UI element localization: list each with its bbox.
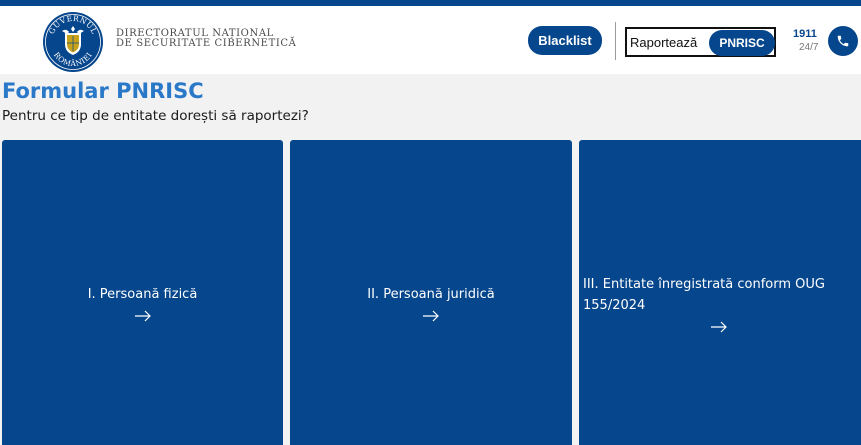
arrow-right-icon bbox=[423, 310, 439, 322]
report-pnrisc-button[interactable]: Raportează PNRISC bbox=[625, 27, 776, 57]
hotline-availability: 24/7 bbox=[799, 42, 819, 53]
organization-name: DIRECTORATUL NAȚIONAL DE SECURITATE CIBE… bbox=[116, 29, 296, 49]
pnrisc-pill[interactable]: PNRISC bbox=[709, 30, 775, 56]
org-name-line2: DE SECURITATE CIBERNETICĂ bbox=[116, 38, 297, 49]
hotline-number: 1911 bbox=[793, 28, 817, 40]
option-label-line2: 155/2024 bbox=[583, 298, 646, 313]
report-label: Raportează bbox=[630, 35, 698, 50]
option-label: III. Entitate înregistrată conform OUG 1… bbox=[583, 274, 861, 316]
phone-call-button[interactable] bbox=[828, 26, 858, 56]
page-title: Formular PNRISC bbox=[2, 79, 204, 103]
government-seal-logo[interactable]: GUVERNUL ROMÂNIEI bbox=[42, 11, 104, 73]
option-card-natural-person[interactable]: I. Persoană fizică bbox=[2, 140, 283, 445]
site-header: GUVERNUL ROMÂNIEI DIRECTORATUL NAȚIONAL … bbox=[0, 6, 861, 74]
arrow-right-icon bbox=[135, 310, 151, 322]
option-label: II. Persoană juridică bbox=[367, 287, 495, 302]
option-label-line1: III. Entitate înregistrată conform OUG bbox=[583, 277, 825, 292]
blacklist-button[interactable]: Blacklist bbox=[528, 26, 602, 55]
arrow-right-icon bbox=[711, 321, 727, 333]
header-divider bbox=[615, 22, 616, 60]
entity-type-question: Pentru ce tip de entitate dorești să rap… bbox=[2, 108, 309, 124]
phone-icon bbox=[837, 35, 849, 47]
option-card-legal-entity[interactable]: II. Persoană juridică bbox=[290, 140, 572, 445]
option-label: I. Persoană fizică bbox=[87, 287, 198, 302]
option-card-registered-entity[interactable]: III. Entitate înregistrată conform OUG 1… bbox=[579, 140, 861, 445]
